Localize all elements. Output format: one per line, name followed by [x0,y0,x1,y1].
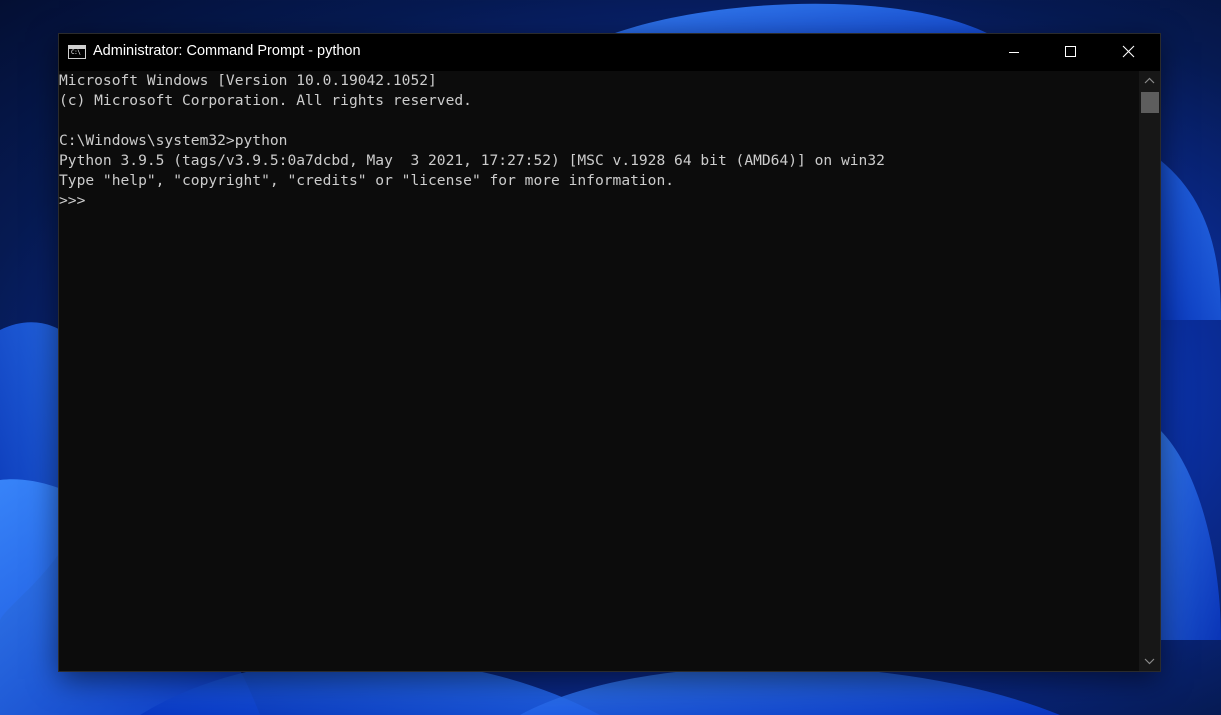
close-button[interactable] [1106,34,1152,71]
cmd-app-icon[interactable]: C:\ [68,45,86,59]
python-prompt[interactable]: >>> [59,191,85,211]
maximize-icon [1065,46,1076,57]
console-line: Python 3.9.5 (tags/v3.9.5:0a7dcbd, May 3… [59,152,885,169]
scroll-up-button[interactable] [1139,71,1160,91]
close-icon [1122,45,1135,58]
console-line: Microsoft Windows [Version 10.0.19042.10… [59,72,437,89]
maximize-button[interactable] [1049,34,1095,71]
chevron-down-icon [1144,658,1155,665]
vertical-scrollbar[interactable] [1139,71,1160,671]
chevron-up-icon [1144,77,1155,84]
window-title: Administrator: Command Prompt - python [93,43,361,59]
console-line: (c) Microsoft Corporation. All rights re… [59,92,472,109]
console-output[interactable]: Microsoft Windows [Version 10.0.19042.10… [59,71,1139,671]
title-bar[interactable]: C:\ Administrator: Command Prompt - pyth… [59,34,1160,71]
minimize-button[interactable] [991,34,1037,71]
console-line: C:\Windows\system32>python [59,132,288,149]
console-line: Type "help", "copyright", "credits" or "… [59,172,675,189]
app-icon-text: C:\ [71,49,81,56]
minimize-icon [1009,52,1019,53]
command-prompt-window[interactable]: C:\ Administrator: Command Prompt - pyth… [59,34,1160,671]
scroll-down-button[interactable] [1139,651,1160,671]
scrollbar-thumb[interactable] [1141,92,1159,113]
